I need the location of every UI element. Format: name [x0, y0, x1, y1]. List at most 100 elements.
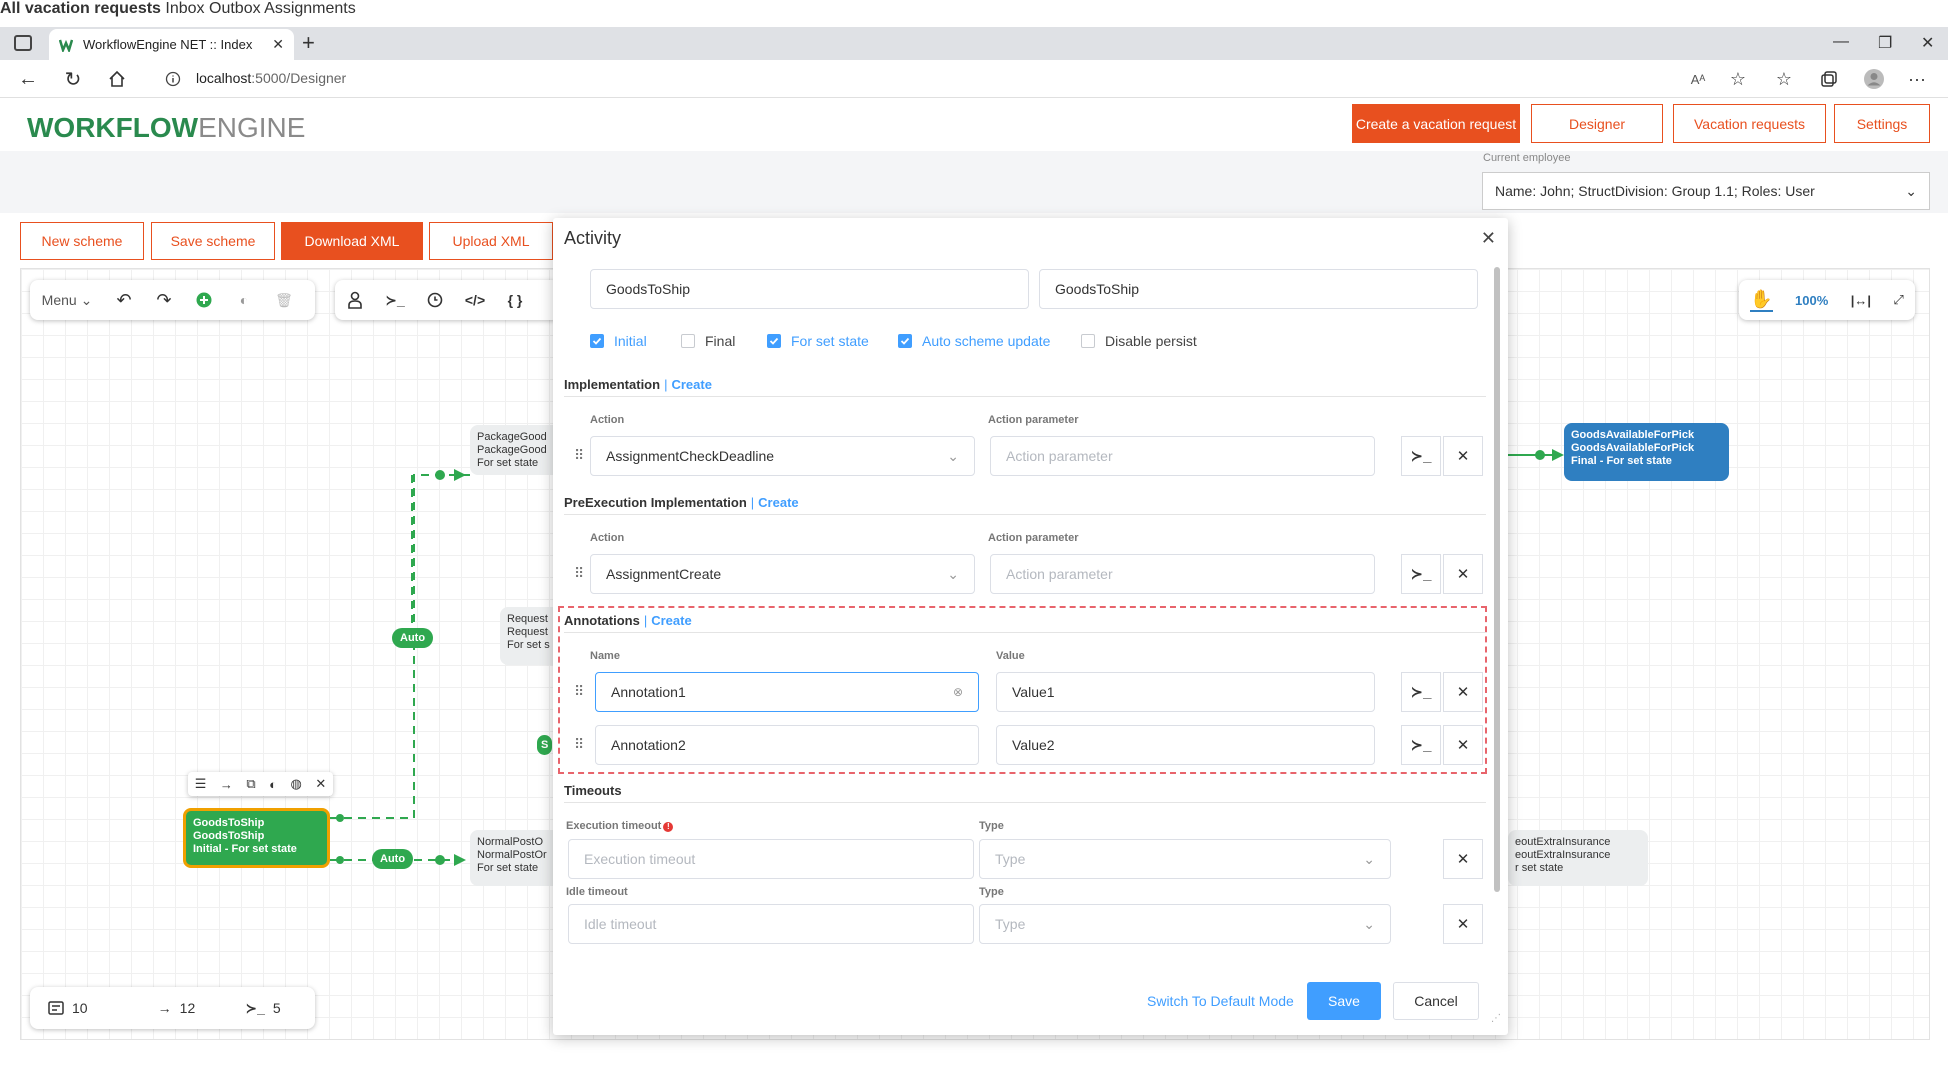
- execution-timeout-remove-button[interactable]: ✕: [1443, 839, 1483, 879]
- annotations-create-link[interactable]: Create: [651, 613, 691, 628]
- timer-icon[interactable]: [415, 280, 455, 320]
- vacation-requests-button[interactable]: Vacation requests: [1673, 104, 1826, 143]
- state-goods-available-for-pick[interactable]: GoodsAvailableForPick GoodsAvailableForP…: [1564, 423, 1729, 481]
- read-aloud-icon[interactable]: Aᴬ: [1687, 68, 1709, 90]
- transition-badge-s[interactable]: S: [537, 735, 553, 755]
- state-normal-post[interactable]: NormalPostO NormalPostOr For set state: [470, 830, 560, 886]
- url-text[interactable]: localhost:5000/Designer: [196, 70, 346, 86]
- pre-implementation-create-link[interactable]: Create: [758, 495, 798, 510]
- implementation-parameter-input[interactable]: Action parameter: [990, 436, 1375, 476]
- palette-icon[interactable]: ◍: [290, 776, 301, 792]
- auto-scheme-update-checkbox[interactable]: Auto scheme update: [898, 333, 1050, 349]
- toggle-icon[interactable]: ◐: [224, 280, 264, 320]
- execution-timeout-input[interactable]: Execution timeout: [568, 839, 974, 879]
- switch-to-default-mode-link[interactable]: Switch To Default Mode: [1147, 993, 1294, 1009]
- restore-icon[interactable]: ❐: [1878, 33, 1892, 53]
- annotation-code-button[interactable]: ≻_: [1401, 725, 1441, 765]
- new-scheme-button[interactable]: New scheme: [20, 222, 144, 260]
- annotation-name-input[interactable]: Annotation2: [595, 725, 979, 765]
- idle-timeout-type-select[interactable]: Type ⌄: [979, 904, 1391, 944]
- site-info-icon[interactable]: [162, 68, 184, 90]
- state-goods-to-ship[interactable]: GoodsToShip GoodsToShip Initial - For se…: [183, 808, 330, 868]
- idle-timeout-remove-button[interactable]: ✕: [1443, 904, 1483, 944]
- annotation-code-button[interactable]: ≻_: [1401, 672, 1441, 712]
- activity-name-input[interactable]: GoodsToShip: [590, 269, 1029, 309]
- command-icon[interactable]: ≻_: [375, 280, 415, 320]
- implementation-code-button[interactable]: ≻_: [1401, 436, 1441, 476]
- drag-handle-icon[interactable]: ⠿: [574, 683, 584, 700]
- execution-timeout-type-select[interactable]: Type ⌄: [979, 839, 1391, 879]
- annotation-name-input[interactable]: Annotation1 ⊗: [595, 672, 979, 712]
- copy-icon[interactable]: ⧉: [246, 776, 255, 792]
- add-activity-icon[interactable]: [184, 280, 224, 320]
- pre-implementation-code-button[interactable]: ≻_: [1401, 554, 1441, 594]
- implementation-action-select[interactable]: AssignmentCheckDeadline ⌄: [590, 436, 975, 476]
- nav-assignments[interactable]: Assignments: [264, 0, 356, 17]
- clear-icon[interactable]: ⊗: [953, 685, 963, 699]
- collections-icon[interactable]: [1818, 68, 1840, 90]
- nav-all-vacation-requests[interactable]: All vacation requests: [0, 0, 161, 17]
- activity-state-input[interactable]: GoodsToShip: [1039, 269, 1478, 309]
- idle-timeout-input[interactable]: Idle timeout: [568, 904, 974, 944]
- tab-actions-icon[interactable]: [14, 35, 32, 51]
- current-employee-select[interactable]: Name: John; StructDivision: Group 1.1; R…: [1482, 172, 1930, 210]
- final-checkbox[interactable]: Final: [681, 333, 735, 349]
- initial-checkbox[interactable]: Initial: [590, 333, 647, 349]
- code-icon[interactable]: </>: [455, 280, 495, 320]
- zoom-level[interactable]: 100%: [1795, 293, 1828, 308]
- trash-icon[interactable]: 🗑: [264, 280, 304, 320]
- annotation-value-input[interactable]: Value2: [996, 725, 1375, 765]
- annotation-remove-button[interactable]: ✕: [1443, 725, 1483, 765]
- state-request[interactable]: Request Request For set s: [500, 607, 560, 665]
- add-transition-icon[interactable]: →: [220, 777, 233, 792]
- download-xml-button[interactable]: Download XML: [281, 222, 423, 260]
- pre-implementation-remove-button[interactable]: ✕: [1443, 554, 1483, 594]
- cancel-button[interactable]: Cancel: [1393, 982, 1479, 1020]
- annotation-value-input[interactable]: Value1: [996, 672, 1375, 712]
- annotation-remove-button[interactable]: ✕: [1443, 672, 1483, 712]
- nav-inbox[interactable]: Inbox: [165, 0, 204, 17]
- nav-outbox[interactable]: Outbox: [209, 0, 261, 17]
- home-icon[interactable]: [106, 68, 128, 90]
- new-tab-button[interactable]: +: [302, 30, 315, 56]
- save-scheme-button[interactable]: Save scheme: [151, 222, 275, 260]
- actor-icon[interactable]: [335, 280, 375, 320]
- add-favorite-icon[interactable]: ☆: [1727, 68, 1749, 90]
- app-logo[interactable]: WORKFLOWENGINE: [27, 112, 305, 144]
- state-checkout-extra-insurance[interactable]: eoutExtraInsurance eoutExtraInsurance r …: [1508, 830, 1648, 886]
- resize-handle-icon[interactable]: ⋰: [1491, 1013, 1501, 1024]
- favorites-icon[interactable]: ☆: [1773, 68, 1795, 90]
- minimize-icon[interactable]: —: [1833, 33, 1849, 51]
- redo-icon[interactable]: ↷: [144, 280, 184, 320]
- parameters-icon[interactable]: { }: [495, 280, 535, 320]
- for-set-state-checkbox[interactable]: For set state: [767, 333, 869, 349]
- more-icon[interactable]: ···: [1906, 68, 1928, 90]
- drag-handle-icon[interactable]: ⠿: [574, 736, 584, 753]
- pre-implementation-action-select[interactable]: AssignmentCreate ⌄: [590, 554, 975, 594]
- settings-sliders-icon[interactable]: ☰: [195, 776, 207, 792]
- pre-implementation-parameter-input[interactable]: Action parameter: [990, 554, 1375, 594]
- designer-button[interactable]: Designer: [1531, 104, 1663, 143]
- close-tab-icon[interactable]: ✕: [272, 36, 284, 53]
- close-icon[interactable]: ✕: [1481, 228, 1496, 249]
- close-window-icon[interactable]: ✕: [1921, 33, 1934, 53]
- hand-pan-icon[interactable]: ✋: [1750, 289, 1773, 312]
- state-package-goods[interactable]: PackageGood PackageGood For set state: [470, 425, 560, 475]
- back-icon[interactable]: ←: [17, 68, 39, 90]
- refresh-icon[interactable]: ↻: [62, 68, 84, 91]
- create-vacation-request-button[interactable]: Create a vacation request: [1352, 104, 1520, 143]
- browser-tab[interactable]: WorkflowEngine NET :: Index ✕: [49, 29, 294, 60]
- auto-transition-badge[interactable]: Auto: [392, 628, 434, 648]
- profile-avatar-icon[interactable]: [1863, 68, 1885, 90]
- menu-dropdown[interactable]: Menu ⌄: [30, 280, 104, 320]
- fit-width-icon[interactable]: |↔|: [1851, 293, 1871, 308]
- delete-icon[interactable]: ✕: [315, 776, 326, 792]
- toggle-icon[interactable]: ◐: [269, 777, 277, 792]
- implementation-remove-button[interactable]: ✕: [1443, 436, 1483, 476]
- drag-handle-icon[interactable]: ⠿: [574, 447, 584, 464]
- settings-button[interactable]: Settings: [1834, 104, 1930, 143]
- fullscreen-icon[interactable]: ⤢: [1893, 292, 1903, 308]
- dialog-scrollbar[interactable]: [1494, 267, 1500, 892]
- disable-persist-checkbox[interactable]: Disable persist: [1081, 333, 1197, 349]
- upload-xml-button[interactable]: Upload XML: [429, 222, 553, 260]
